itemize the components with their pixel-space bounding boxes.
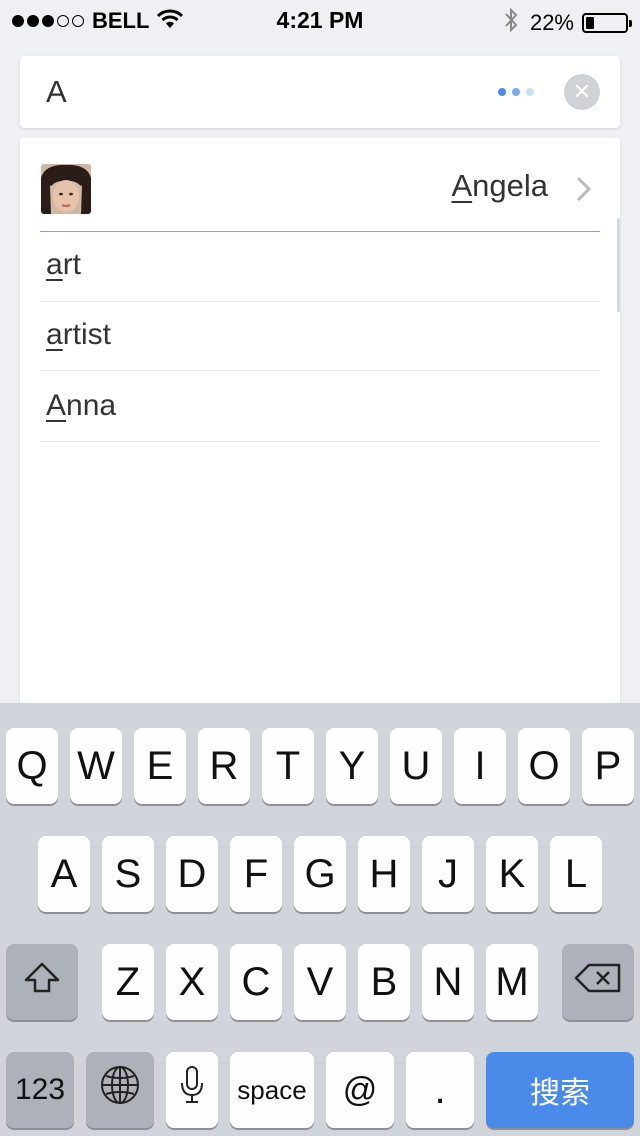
key-k[interactable]: K (486, 836, 538, 912)
key-f[interactable]: F (230, 836, 282, 912)
key-r[interactable]: R (198, 728, 250, 804)
loading-indicator (498, 88, 534, 96)
loading-dot (512, 88, 520, 96)
avatar (41, 164, 91, 214)
key-g[interactable]: G (294, 836, 346, 912)
microphone-icon (179, 1065, 205, 1115)
key-l[interactable]: L (550, 836, 602, 912)
dictation-key[interactable] (166, 1052, 218, 1128)
search-input[interactable]: A (46, 74, 67, 110)
match-highlight: A (451, 168, 473, 203)
key-p[interactable]: P (582, 728, 634, 804)
bluetooth-icon (504, 7, 518, 38)
chevron-right-icon (576, 176, 592, 207)
key-m[interactable]: M (486, 944, 538, 1020)
globe-icon (99, 1064, 141, 1116)
clear-search-button[interactable]: ✕ (564, 74, 600, 110)
search-bar[interactable]: A ✕ (20, 56, 620, 128)
status-bar: BELL 4:21 PM 22% (0, 0, 640, 40)
keyboard: Q W E R T Y U I O P A S D F G H J K L Z … (0, 703, 640, 1136)
suggestion-item[interactable]: artist (40, 302, 600, 371)
status-bar-right: 22% (504, 7, 632, 38)
match-highlight: a (46, 248, 63, 281)
key-x[interactable]: X (166, 944, 218, 1020)
key-n[interactable]: N (422, 944, 474, 1020)
search-results: Angela art artist Anna (20, 138, 620, 738)
suggestion-rest: rtist (62, 318, 112, 351)
key-d[interactable]: D (166, 836, 218, 912)
key-u[interactable]: U (390, 728, 442, 804)
suggestion-text: Anna (46, 389, 116, 423)
key-j[interactable]: J (422, 836, 474, 912)
key-s[interactable]: S (102, 836, 154, 912)
suggestion-item[interactable]: art (40, 232, 600, 302)
key-y[interactable]: Y (326, 728, 378, 804)
contact-name-rest: ngela (472, 168, 548, 203)
suggestion-item[interactable]: Anna (40, 371, 600, 442)
key-c[interactable]: C (230, 944, 282, 1020)
at-key[interactable]: @ (326, 1052, 394, 1128)
loading-dot (526, 88, 534, 96)
period-key[interactable]: . (406, 1052, 474, 1128)
shift-icon (22, 960, 62, 1005)
battery-level (586, 16, 594, 29)
key-z[interactable]: Z (102, 944, 154, 1020)
key-a[interactable]: A (38, 836, 90, 912)
loading-dot (498, 88, 506, 96)
suggestion-text: artist (46, 318, 111, 352)
key-b[interactable]: B (358, 944, 410, 1020)
numbers-key[interactable]: 123 (6, 1052, 74, 1128)
match-highlight: a (46, 318, 63, 351)
scrollbar[interactable] (617, 218, 620, 312)
globe-key[interactable] (86, 1052, 154, 1128)
key-q[interactable]: Q (6, 728, 58, 804)
battery-icon (582, 12, 632, 33)
suggestion-text: art (46, 248, 81, 282)
close-icon: ✕ (572, 79, 592, 104)
contact-name: Angela (451, 168, 548, 204)
key-h[interactable]: H (358, 836, 410, 912)
space-key[interactable]: space (230, 1052, 314, 1128)
battery-percent: 22% (529, 9, 574, 35)
suggestion-rest: rt (62, 248, 82, 281)
key-w[interactable]: W (70, 728, 122, 804)
delete-key[interactable] (562, 944, 634, 1020)
backspace-icon (573, 960, 623, 1005)
contact-result-angela[interactable]: Angela (40, 138, 600, 232)
key-v[interactable]: V (294, 944, 346, 1020)
key-i[interactable]: I (454, 728, 506, 804)
screen: BELL 4:21 PM 22% A ✕ Angela art artist A… (0, 0, 640, 1136)
key-o[interactable]: O (518, 728, 570, 804)
match-highlight: A (46, 389, 67, 422)
key-e[interactable]: E (134, 728, 186, 804)
search-key[interactable]: 搜索 (486, 1052, 634, 1128)
shift-key[interactable] (6, 944, 78, 1020)
key-t[interactable]: T (262, 728, 314, 804)
suggestion-rest: nna (66, 389, 117, 422)
